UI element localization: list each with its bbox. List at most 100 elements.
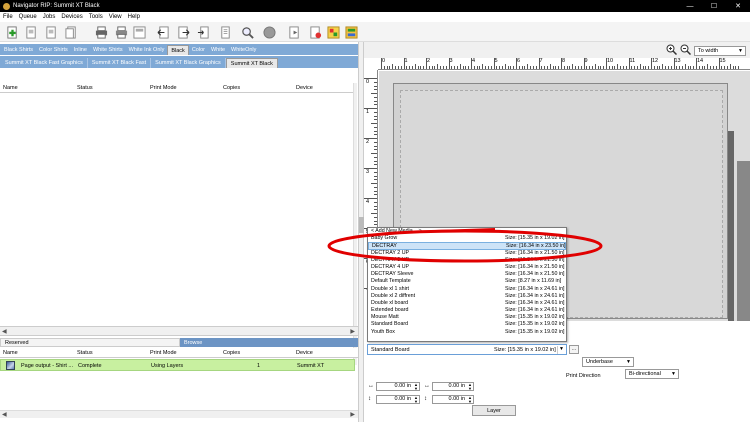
scroll-right-icon[interactable]: ▶ (350, 411, 355, 418)
color-button[interactable] (326, 25, 340, 39)
tab-device-summit-xt-black-fast[interactable]: Summit XT Black Fast (88, 58, 152, 68)
column-device[interactable]: Device (296, 85, 313, 91)
list-item[interactable]: Double xl board Size: [16.34 in x 24.61 i… (368, 300, 566, 307)
tab-queue-white-ink-only[interactable]: White Ink Only (126, 45, 168, 55)
tab-queue-color-shirts[interactable]: Color Shirts (36, 45, 71, 55)
column-print-mode[interactable]: Print Mode (150, 85, 177, 91)
tab-browse[interactable]: Browse (180, 338, 358, 347)
preview-button[interactable] (240, 25, 254, 39)
tab-reserved[interactable]: Reserved (0, 338, 180, 347)
tab-queue-white[interactable]: White (208, 45, 228, 55)
layer-button[interactable]: Layer (472, 405, 516, 416)
list-item[interactable]: Default Template Size: [8.27 in x 11.69 i… (368, 278, 566, 285)
scroll-left-icon[interactable]: ◀ (2, 328, 7, 335)
tab-queue-white-shirts[interactable]: White Shirts (90, 45, 126, 55)
tab-device-summit-xt-black-fast-graphics[interactable]: Summit XT Black Fast Graphics (1, 58, 88, 68)
stepper-icon[interactable]: ▲ ▼ (468, 383, 472, 391)
maximize-button[interactable]: ☐ (702, 0, 726, 12)
media-browse-button[interactable]: ... (569, 345, 579, 354)
list-item[interactable]: DECTRAY Size: [16.34 in x 23.50 in] (368, 242, 566, 250)
column-print-mode[interactable]: Print Mode (150, 350, 177, 356)
print-direction-select[interactable]: Bi-directional ▼ (625, 369, 679, 379)
tab-queue-black-shirts[interactable]: Black Shirts (1, 45, 36, 55)
zoom-in-icon[interactable] (666, 44, 677, 55)
stepper-icon[interactable]: ▲ ▼ (468, 396, 472, 404)
ruler-tick (676, 66, 678, 69)
menu-help[interactable]: Help (128, 14, 140, 20)
media-select[interactable]: Standard Board Size: [15.35 in x 19.02 i… (367, 344, 567, 355)
tab-queue-black[interactable]: Black (167, 45, 189, 55)
move-in-button[interactable] (196, 25, 210, 39)
stepper-icon[interactable]: ▲ ▼ (414, 396, 418, 404)
stepper-icon[interactable]: ▲ ▼ (414, 383, 418, 391)
menu-tools[interactable]: Tools (89, 14, 103, 20)
completed-grid-hscrollbar[interactable]: ◀ ▶ (0, 410, 358, 418)
ruler-tick (696, 58, 697, 69)
list-item[interactable]: Youth Box Size: [15.35 in x 19.02 in] (368, 329, 566, 336)
column-copies[interactable]: Copies (223, 85, 240, 91)
media-size: Size: [15.35 in x 19.02 in] (505, 321, 565, 328)
zoom-out-icon[interactable] (680, 44, 691, 55)
ruler-tick (476, 66, 478, 69)
list-item[interactable]: < Add New Media... > (368, 228, 566, 235)
stop-button[interactable] (262, 25, 276, 39)
job-grid-scrollbar[interactable] (353, 83, 357, 365)
offset-width-input[interactable]: 0.00 in ▲ ▼ (432, 382, 474, 391)
zoom-select[interactable]: To width ▼ (694, 46, 746, 56)
list-item[interactable]: Mouse Matt Size: [15.35 in x 19.02 in] (368, 314, 566, 321)
column-device[interactable]: Device (296, 350, 313, 356)
media-name: Double xl 2 diffrent (371, 292, 416, 299)
page-button[interactable] (218, 25, 232, 39)
print-button[interactable] (94, 25, 108, 39)
tab-queue-inline[interactable]: Inline (71, 45, 90, 55)
tab-queue-color[interactable]: Color (189, 45, 208, 55)
forward-button[interactable] (287, 25, 301, 39)
job-grid-hscrollbar[interactable]: ◀ ▶ (0, 326, 358, 336)
menu-jobs[interactable]: Jobs (43, 14, 56, 20)
offset-y-input[interactable]: 0.00 in ▲ ▼ (376, 395, 420, 404)
settings-button[interactable] (344, 25, 358, 39)
tab-device-summit-xt-black[interactable]: Summit XT Black (225, 58, 278, 68)
list-item[interactable]: DECTRAY Sleeve Size: [16.34 in x 21.50 in… (368, 271, 566, 278)
column-name[interactable]: Name (3, 350, 18, 356)
document-stack-button[interactable] (64, 25, 78, 39)
delete-button[interactable] (308, 25, 322, 39)
move-right-button[interactable] (176, 25, 190, 39)
add-job-button[interactable] (5, 25, 19, 39)
menu-view[interactable]: View (109, 14, 122, 20)
close-button[interactable]: ✕ (726, 0, 750, 12)
column-copies[interactable]: Copies (223, 350, 240, 356)
tab-queue-whiteonly[interactable]: WhiteOnly (228, 45, 259, 55)
printer-setup-button[interactable] (114, 25, 128, 39)
media-name: Standard Board (371, 321, 409, 328)
list-item[interactable]: Extended board Size: [16.34 in x 24.61 in… (368, 307, 566, 314)
scroll-right-icon[interactable]: ▶ (350, 328, 355, 335)
menu-queue[interactable]: Queue (19, 14, 37, 20)
chevron-down-icon[interactable]: ▼ (557, 346, 565, 354)
tab-device-summit-xt-black-graphics[interactable]: Summit XT Black Graphics (151, 58, 226, 68)
move-left-button[interactable] (156, 25, 170, 39)
offset-height-input[interactable]: 0.00 in ▲ ▼ (432, 395, 474, 404)
document-button[interactable] (24, 25, 38, 39)
list-item[interactable]: Baby Grow Size: [15.35 in x 19.02 in] (368, 235, 566, 242)
menu-file[interactable]: File (3, 14, 13, 20)
minimize-button[interactable]: — (678, 0, 702, 12)
menu-devices[interactable]: Devices (61, 14, 82, 20)
ruler-tick (510, 66, 512, 69)
document-copy-button[interactable] (44, 25, 58, 39)
column-name[interactable]: Name (3, 85, 18, 91)
table-row[interactable]: Page output - Shirt ... Complete Using L… (0, 359, 355, 371)
offset-x-input[interactable]: 0.00 in ▲ ▼ (376, 382, 420, 391)
list-item[interactable]: Double xl 2 diffrent Size: [16.34 in x 24… (368, 293, 566, 300)
list-item[interactable]: DECTRAY 2 UP Size: [16.34 in x 21.50 in] (368, 250, 566, 257)
layout-button[interactable] (132, 25, 146, 39)
underbase-select[interactable]: Underbase ▼ (582, 357, 634, 367)
media-select-size: Size: [15.35 in x 19.02 in] (494, 347, 556, 353)
column-status[interactable]: Status (77, 350, 93, 356)
list-item[interactable]: Standard Board Size: [15.35 in x 19.02 in… (368, 321, 566, 328)
list-item[interactable]: DECTRAY 4 UP Size: [16.34 in x 21.50 in] (368, 264, 566, 271)
scroll-left-icon[interactable]: ◀ (2, 411, 7, 418)
list-item[interactable]: Double xl 1 shirt Size: [16.34 in x 24.61… (368, 286, 566, 293)
list-item[interactable]: DECTRAY 3 UP Size: [16.34 in x 21.50 in] (368, 257, 566, 264)
column-status[interactable]: Status (77, 85, 93, 91)
